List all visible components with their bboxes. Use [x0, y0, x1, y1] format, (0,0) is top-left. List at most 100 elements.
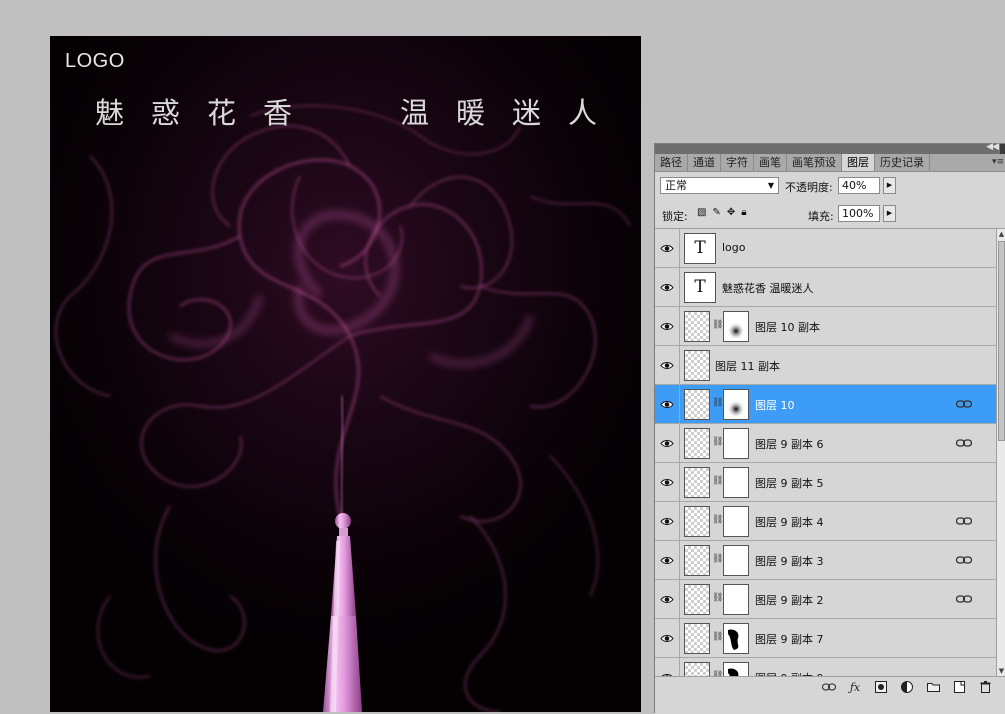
collapse-panel-icon[interactable]: ◀◀: [986, 142, 999, 152]
layer-mask-thumbnail[interactable]: [723, 584, 749, 615]
logo-text: LOGO: [65, 50, 125, 72]
layer-thumbnail[interactable]: [684, 467, 710, 498]
lock-position-icon[interactable]: ✥: [727, 207, 735, 218]
layer-thumbnail[interactable]: [684, 311, 710, 342]
mask-link-icon[interactable]: ⛓: [712, 437, 723, 447]
new-layer-icon[interactable]: [952, 681, 966, 693]
tab-history[interactable]: 历史记录: [875, 154, 930, 171]
visibility-eye-icon[interactable]: [655, 346, 680, 384]
panel-menu-icon[interactable]: ▾≡: [992, 154, 1004, 171]
layer-row[interactable]: ⛓ 图层 9 副本 3: [655, 541, 996, 580]
link-layers-icon[interactable]: [822, 681, 836, 693]
visibility-eye-icon[interactable]: [655, 229, 680, 267]
layer-name[interactable]: 魅惑花香 温暖迷人: [722, 280, 814, 296]
mask-link-icon[interactable]: ⛓: [712, 398, 723, 408]
visibility-eye-icon[interactable]: [655, 502, 680, 540]
layer-thumbnail[interactable]: [684, 389, 710, 420]
visibility-eye-icon[interactable]: [655, 307, 680, 345]
layer-mask-thumbnail[interactable]: [723, 623, 749, 654]
visibility-eye-icon[interactable]: [655, 580, 680, 618]
layer-row[interactable]: ⛓ 图层 9 副本 6: [655, 424, 996, 463]
scroll-up-icon[interactable]: ▲: [997, 229, 1005, 239]
layers-scrollbar[interactable]: ▲ ▼: [996, 229, 1005, 676]
mask-link-icon[interactable]: ⛓: [712, 476, 723, 486]
text-layer-thumbnail[interactable]: T: [684, 233, 716, 264]
layer-mask-thumbnail[interactable]: [723, 506, 749, 537]
layer-thumbnail[interactable]: [684, 506, 710, 537]
blend-mode-select[interactable]: 正常 ▼: [660, 177, 779, 194]
layer-mask-thumbnail[interactable]: [723, 311, 749, 342]
opacity-slider-button[interactable]: ▶: [883, 177, 896, 194]
layer-mask-thumbnail[interactable]: [723, 428, 749, 459]
layer-name[interactable]: 图层 9 副本 4: [755, 514, 824, 530]
layer-row[interactable]: T 魅惑花香 温暖迷人: [655, 268, 996, 307]
visibility-eye-icon[interactable]: [655, 658, 680, 676]
visibility-eye-icon[interactable]: [655, 463, 680, 501]
new-group-icon[interactable]: [926, 681, 940, 693]
layer-name[interactable]: 图层 9 副本 2: [755, 592, 824, 608]
fx-icon[interactable]: ƒx: [848, 681, 862, 694]
fill-slider-button[interactable]: ▶: [883, 205, 896, 222]
tab-channels[interactable]: 通道: [688, 154, 721, 171]
layer-row[interactable]: ⛓ 图层 9 副本 5: [655, 463, 996, 502]
add-mask-icon[interactable]: [874, 681, 888, 693]
mask-link-icon[interactable]: ⛓: [712, 320, 723, 330]
layer-thumbnail[interactable]: [684, 623, 710, 654]
mask-link-icon[interactable]: ⛓: [712, 515, 723, 525]
layer-row[interactable]: ⛓ 图层 9 副本 7: [655, 619, 996, 658]
layer-thumbnail[interactable]: [684, 428, 710, 459]
layer-thumbnail[interactable]: [684, 350, 710, 381]
layer-mask-thumbnail[interactable]: [723, 467, 749, 498]
layer-name[interactable]: logo: [722, 241, 746, 254]
visibility-eye-icon[interactable]: [655, 268, 680, 306]
visibility-eye-icon[interactable]: [655, 385, 680, 423]
opacity-field[interactable]: 40%: [838, 177, 880, 194]
layer-name[interactable]: 图层 9 副本 5: [755, 475, 824, 491]
layer-link-icon: [955, 555, 973, 565]
lock-all-icon[interactable]: 🔒︎: [741, 207, 746, 218]
layer-thumbnail[interactable]: [684, 584, 710, 615]
close-panel-icon[interactable]: [1000, 144, 1005, 154]
layer-name[interactable]: 图层 9 副本 6: [755, 436, 824, 452]
document-canvas[interactable]: LOGO 魅惑花香 温暖迷人: [50, 36, 641, 712]
tab-brush-presets[interactable]: 画笔预设: [787, 154, 842, 171]
tab-paths[interactable]: 路径: [655, 154, 688, 171]
layer-name[interactable]: 图层 10: [755, 397, 795, 413]
layer-thumbnail[interactable]: [684, 662, 710, 676]
visibility-eye-icon[interactable]: [655, 619, 680, 657]
mask-link-icon[interactable]: ⛓: [712, 554, 723, 564]
panel-titlebar[interactable]: ◀◀: [655, 142, 1005, 154]
opacity-label: 不透明度:: [785, 181, 833, 194]
layer-thumbnail[interactable]: [684, 545, 710, 576]
tab-layers[interactable]: 图层: [842, 154, 875, 171]
mask-link-icon[interactable]: ⛓: [712, 593, 723, 603]
visibility-eye-icon[interactable]: [655, 541, 680, 579]
mask-link-icon[interactable]: ⛓: [712, 632, 723, 642]
layer-name[interactable]: 图层 10 副本: [755, 319, 820, 335]
lock-transparency-icon[interactable]: ▧: [697, 207, 706, 218]
layer-row[interactable]: Tlogo: [655, 229, 996, 268]
tab-brush[interactable]: 画笔: [754, 154, 787, 171]
scroll-thumb[interactable]: [998, 241, 1005, 441]
lock-label: 锁定:: [662, 210, 688, 223]
layer-row[interactable]: ⛓ 图层 10 副本: [655, 307, 996, 346]
tab-character[interactable]: 字符: [721, 154, 754, 171]
lock-image-icon[interactable]: ✎: [712, 207, 720, 218]
trash-icon[interactable]: [978, 681, 992, 693]
fill-field[interactable]: 100%: [838, 205, 880, 222]
scroll-down-icon[interactable]: ▼: [997, 666, 1005, 676]
layer-mask-thumbnail[interactable]: [723, 662, 749, 676]
layer-name[interactable]: 图层 11 副本: [715, 358, 780, 374]
layer-row[interactable]: ⛓ 图层 10: [655, 385, 996, 424]
layer-row[interactable]: 图层 11 副本: [655, 346, 996, 385]
layer-mask-thumbnail[interactable]: [723, 389, 749, 420]
layer-row[interactable]: ⛓ 图层 9 副本 2: [655, 580, 996, 619]
layer-row[interactable]: ⛓ 图层 9 副本 4: [655, 502, 996, 541]
layer-name[interactable]: 图层 9 副本 3: [755, 553, 824, 569]
adjustment-layer-icon[interactable]: [900, 681, 914, 693]
text-layer-thumbnail[interactable]: T: [684, 272, 716, 303]
layer-row[interactable]: ⛓图层 9 副本 9: [655, 658, 996, 676]
visibility-eye-icon[interactable]: [655, 424, 680, 462]
layer-name[interactable]: 图层 9 副本 7: [755, 631, 824, 647]
layer-mask-thumbnail[interactable]: [723, 545, 749, 576]
